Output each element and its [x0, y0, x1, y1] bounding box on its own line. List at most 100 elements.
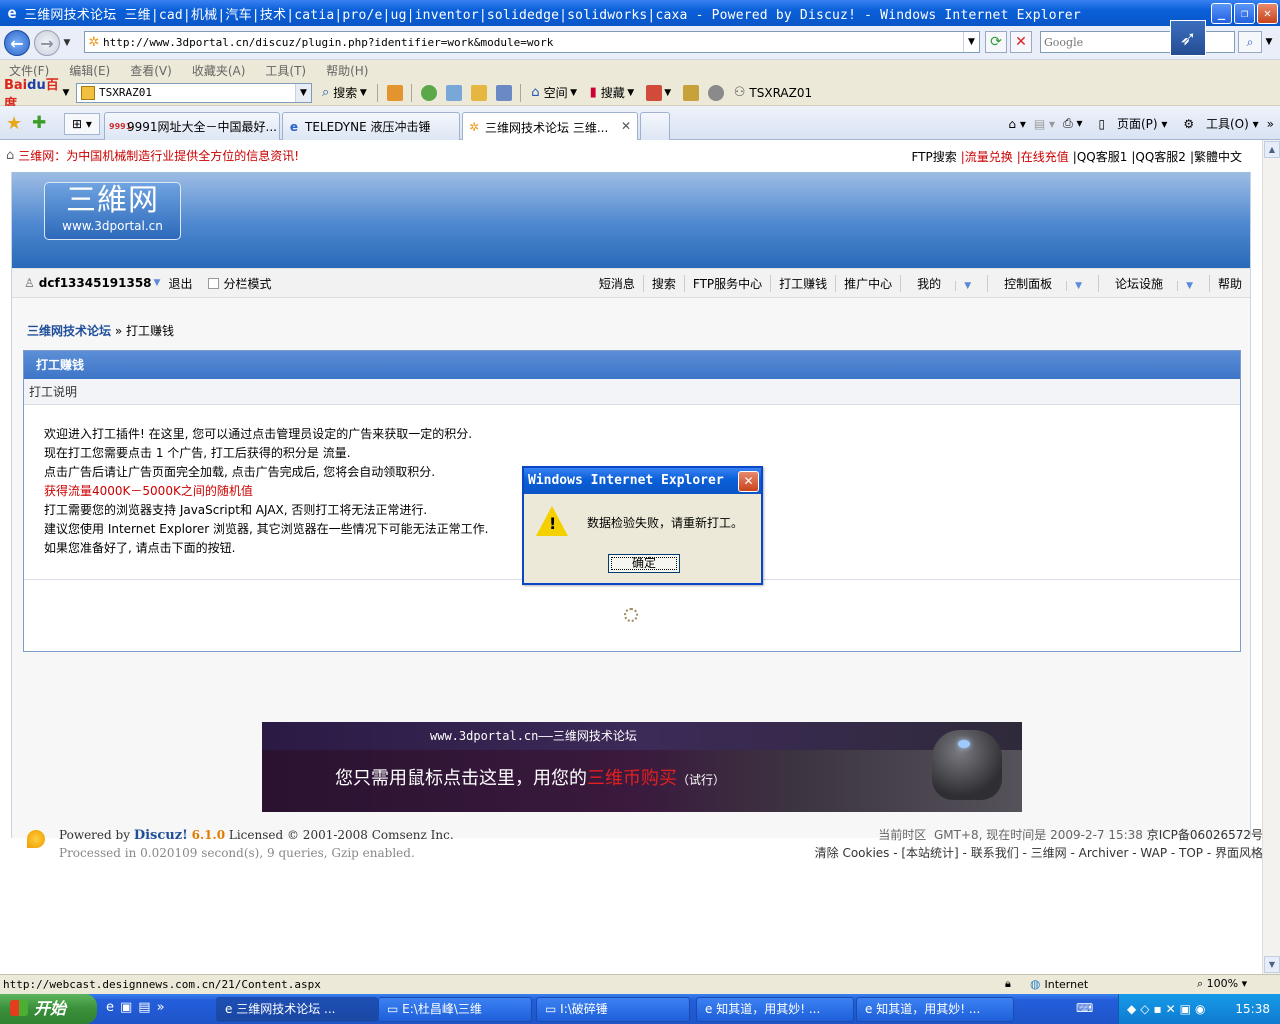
- menu-search[interactable]: 搜索: [642, 275, 684, 292]
- menu-help[interactable]: 帮助(H): [326, 62, 368, 79]
- user-dropdown-icon[interactable]: ▼: [154, 278, 161, 288]
- search-options-dropdown-icon[interactable]: ▼: [1263, 31, 1275, 53]
- maximize-button[interactable]: ❐: [1234, 3, 1255, 24]
- task-folder-i[interactable]: ▭ I:\破碎锤: [536, 997, 690, 1022]
- search-input[interactable]: [1041, 32, 1171, 52]
- menu-mine[interactable]: 我的 ▼: [900, 275, 987, 292]
- logout-link[interactable]: 退出: [168, 275, 192, 292]
- baidu-search-combo[interactable]: ▼: [76, 82, 312, 103]
- dialog-close-button[interactable]: ✕: [738, 471, 759, 492]
- top-link-recharge[interactable]: |在线充值: [1017, 148, 1069, 165]
- ok-button[interactable]: 确定: [608, 554, 680, 573]
- baidu-search-input[interactable]: [99, 86, 289, 99]
- security-zone[interactable]: ◍ Internet: [1030, 977, 1088, 991]
- top-link-qq1[interactable]: |QQ客服1: [1073, 148, 1128, 165]
- bag-icon[interactable]: [421, 84, 438, 101]
- baidu-menu-dropdown-icon[interactable]: ▼: [60, 88, 72, 98]
- menu-work[interactable]: 打工赚钱: [770, 275, 835, 292]
- tab-9991[interactable]: 9991 9991网址大全－中国最好...: [104, 112, 280, 140]
- search-dropdown-icon[interactable]: ▼: [357, 88, 369, 98]
- start-button[interactable]: 开始: [0, 994, 97, 1024]
- forward-button[interactable]: →: [34, 29, 60, 56]
- zoom-level[interactable]: ⌕ 100% ▾: [1197, 977, 1247, 991]
- ie-quicklaunch-icon[interactable]: e: [106, 1000, 114, 1015]
- menu-control[interactable]: 控制面板 ▼: [987, 275, 1098, 292]
- collect-button[interactable]: ▮ 搜藏: [590, 84, 625, 101]
- menu-messages[interactable]: 短消息: [591, 275, 643, 292]
- desktop-quicklaunch-icon[interactable]: ▣: [120, 1000, 132, 1015]
- space-button[interactable]: ⌂ 空间: [531, 84, 567, 101]
- task-ie-1[interactable]: e 知其道，用其妙! ...: [696, 997, 854, 1022]
- task-folder-e[interactable]: ▭ E:\杜昌峰\三维: [378, 997, 532, 1022]
- page-menu[interactable]: ▯ 页面(P) ▾: [1091, 115, 1168, 132]
- tray-icon[interactable]: ▪: [1153, 1002, 1161, 1016]
- tray-icon[interactable]: ▣: [1180, 1002, 1191, 1016]
- popup-icon[interactable]: [645, 84, 662, 101]
- baidu-search-button[interactable]: ⌕ 搜索: [322, 84, 357, 101]
- menu-favorites[interactable]: 收藏夹(A): [192, 62, 246, 79]
- new-tab-button[interactable]: [640, 112, 670, 140]
- user-button[interactable]: ⚇ TSXRAZ01: [734, 85, 812, 100]
- tab-3dportal[interactable]: ✲ 三维网技术论坛 三维... ✕: [462, 112, 638, 141]
- history-dropdown-icon[interactable]: ▼: [62, 38, 72, 48]
- menu-view[interactable]: 查看(V): [130, 62, 172, 79]
- minimize-button[interactable]: _: [1211, 3, 1232, 24]
- split-mode-checkbox[interactable]: [208, 277, 220, 289]
- breadcrumb-home[interactable]: 三维网技术论坛: [27, 324, 111, 338]
- tray-icon[interactable]: ✕: [1166, 1002, 1176, 1016]
- tab-teledyne[interactable]: e TELEDYNE 液压冲击锤: [282, 112, 460, 140]
- stop-button[interactable]: ✕: [1010, 31, 1032, 53]
- top-link-traditional[interactable]: |繁體中文: [1190, 148, 1242, 165]
- chevron-more-icon[interactable]: »: [1267, 117, 1274, 131]
- vertical-scrollbar[interactable]: ▲ ▼: [1262, 140, 1280, 974]
- top-link-qq2[interactable]: |QQ客服2: [1131, 148, 1186, 165]
- collect-dropdown-icon[interactable]: ▼: [625, 88, 637, 98]
- tray-icon[interactable]: ◇: [1140, 1002, 1149, 1016]
- back-button[interactable]: ←: [4, 29, 30, 56]
- popup-dropdown-icon[interactable]: ▼: [662, 88, 674, 98]
- refresh-button[interactable]: ⟳: [985, 31, 1007, 53]
- scroll-up-icon[interactable]: ▲: [1264, 141, 1280, 158]
- close-window-button[interactable]: ✕: [1257, 3, 1278, 24]
- search-icon[interactable]: ⌕: [1238, 31, 1262, 53]
- print-icon[interactable]: ⎙ ▾: [1063, 116, 1082, 131]
- discuz-link[interactable]: Discuz!: [134, 828, 188, 843]
- grid-icon[interactable]: [496, 84, 513, 101]
- menu-edit[interactable]: 编辑(E): [69, 62, 110, 79]
- tools-menu[interactable]: ⚙ 工具(O) ▾: [1175, 115, 1258, 132]
- footer-links[interactable]: 清除 Cookies - [本站统计] - 联系我们 - 三维网 - Archi…: [815, 844, 1262, 861]
- image-icon[interactable]: [446, 84, 463, 101]
- know-icon[interactable]: [471, 84, 488, 101]
- close-tab-icon[interactable]: ✕: [621, 119, 631, 133]
- feeds-icon[interactable]: ▤ ▾: [1034, 117, 1055, 131]
- address-input[interactable]: [103, 35, 953, 49]
- app-quicklaunch-icon[interactable]: ▤: [138, 1000, 150, 1015]
- space-dropdown-icon[interactable]: ▼: [568, 88, 580, 98]
- menu-tools[interactable]: 工具(T): [265, 62, 306, 79]
- task-3dportal[interactable]: e 三维网技术论坛 ...: [216, 997, 378, 1022]
- tray-icon[interactable]: ◆: [1127, 1002, 1136, 1016]
- home-icon[interactable]: ⌂ ▾: [1008, 117, 1025, 131]
- add-favorite-icon[interactable]: ✚: [32, 113, 46, 133]
- address-dropdown-icon[interactable]: ▼: [963, 32, 979, 52]
- menu-promote[interactable]: 推广中心: [835, 275, 900, 292]
- top-link-ftp[interactable]: FTP搜索: [911, 148, 956, 165]
- ad-banner[interactable]: www.3dportal.cn——三维网技术论坛 您只需用鼠标点击这里，用您的三…: [262, 722, 1022, 812]
- favorites-star-icon[interactable]: ★: [6, 113, 22, 134]
- keyboard-icon[interactable]: ⌨: [1076, 1001, 1093, 1015]
- menu-ftp[interactable]: FTP服务中心: [683, 275, 770, 292]
- more-quicklaunch-icon[interactable]: »: [157, 1000, 165, 1015]
- site-logo[interactable]: 三維网 www.3dportal.cn: [44, 182, 181, 240]
- quick-tabs-button[interactable]: ⊞ ▾: [64, 113, 100, 135]
- username[interactable]: dcf13345191358: [39, 276, 152, 290]
- combo-dropdown-icon[interactable]: ▼: [295, 83, 311, 102]
- menu-facilities[interactable]: 论坛设施 ▼: [1098, 275, 1209, 292]
- top-link-traffic[interactable]: |流量兑换: [961, 148, 1013, 165]
- house-icon[interactable]: ⌂: [6, 148, 14, 163]
- task-ie-2[interactable]: e 知其道，用其妙! ...: [856, 997, 1014, 1022]
- gear-icon[interactable]: [707, 84, 724, 101]
- menu-help-link[interactable]: 帮助: [1208, 275, 1250, 292]
- tray-icon[interactable]: ◉: [1195, 1002, 1205, 1016]
- scroll-down-icon[interactable]: ▼: [1264, 956, 1280, 973]
- gift-icon[interactable]: [387, 84, 404, 101]
